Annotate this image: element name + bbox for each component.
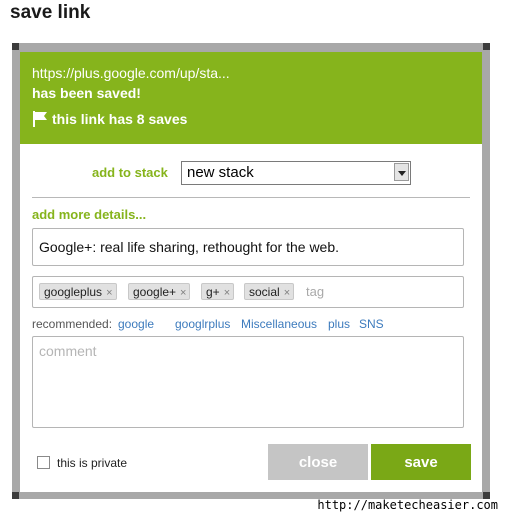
remove-tag-icon[interactable]: ×	[284, 287, 290, 299]
divider	[32, 197, 470, 198]
frame-corner	[12, 492, 19, 499]
tag-chip: google+ ×	[128, 283, 191, 300]
saved-message: has been saved!	[32, 85, 141, 101]
recommended-tag-link[interactable]: google	[118, 317, 154, 331]
tag-chip: g+ ×	[201, 283, 235, 300]
stack-select[interactable]: new stack	[181, 161, 411, 185]
recommended-tag-link[interactable]: Miscellaneous	[241, 317, 317, 331]
remove-tag-icon[interactable]: ×	[106, 287, 112, 299]
flag-icon	[32, 111, 48, 127]
tag-label: google+	[133, 285, 177, 299]
recommended-tag-link[interactable]: googlrplus	[175, 317, 230, 331]
private-checkbox[interactable]	[37, 456, 50, 469]
tag-label: social	[249, 285, 280, 299]
tag-chip: social ×	[244, 283, 295, 300]
add-details-link[interactable]: add more details...	[32, 207, 146, 222]
frame-corner	[12, 43, 19, 50]
tag-input-placeholder[interactable]: tag	[306, 284, 324, 299]
remove-tag-icon[interactable]: ×	[180, 287, 186, 299]
recommended-tag-link[interactable]: plus	[328, 317, 350, 331]
saved-banner: https://plus.google.com/up/sta... has be…	[20, 52, 482, 144]
source-credit: http://maketecheasier.com	[317, 498, 498, 512]
close-button[interactable]: close	[268, 444, 368, 480]
save-count-label: this link has 8 saves	[52, 111, 188, 127]
comment-field[interactable]: comment	[32, 336, 464, 428]
comment-placeholder: comment	[39, 343, 97, 359]
private-label[interactable]: this is private	[57, 456, 127, 470]
chevron-down-icon[interactable]	[394, 163, 409, 181]
tags-input[interactable]: googleplus × google+ × g+ × social × tag	[32, 276, 464, 308]
title-field[interactable]: Google+: real life sharing, rethought fo…	[32, 228, 464, 266]
recommended-label: recommended:	[32, 317, 113, 331]
remove-tag-icon[interactable]: ×	[224, 287, 230, 299]
stack-select-value: new stack	[187, 164, 254, 181]
recommended-tag-link[interactable]: SNS	[359, 317, 384, 331]
save-link-dialog: https://plus.google.com/up/sta... has be…	[20, 52, 482, 492]
stack-row: add to stack new stack	[20, 161, 482, 187]
tag-label: g+	[206, 285, 220, 299]
save-button[interactable]: save	[371, 444, 471, 480]
saved-url: https://plus.google.com/up/sta...	[32, 65, 230, 81]
title-field-value: Google+: real life sharing, rethought fo…	[39, 239, 340, 255]
tag-label: googleplus	[44, 285, 103, 299]
frame-corner	[483, 43, 490, 50]
save-count: this link has 8 saves	[32, 111, 187, 127]
tag-chip: googleplus ×	[39, 283, 117, 300]
stack-label: add to stack	[92, 165, 168, 180]
page-title: save link	[10, 2, 91, 23]
dialog-frame: https://plus.google.com/up/sta... has be…	[12, 43, 490, 499]
